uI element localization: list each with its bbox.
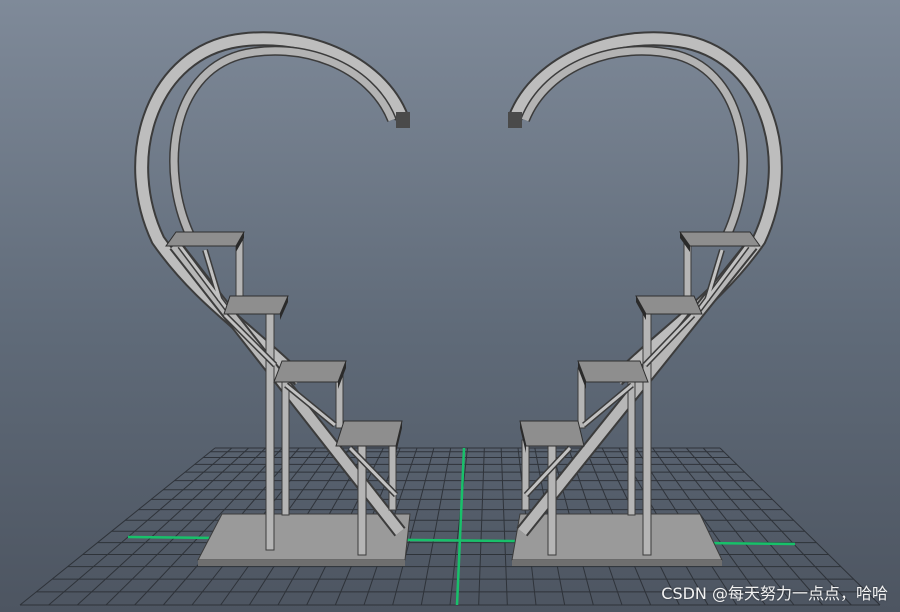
shelf-left-2 bbox=[223, 295, 289, 315]
post-left-f bbox=[388, 439, 397, 511]
scene-canvas[interactable] bbox=[0, 0, 900, 612]
post-right-c bbox=[627, 379, 636, 516]
arc-cap-left bbox=[396, 112, 410, 128]
shelves-right bbox=[519, 231, 761, 453]
3d-viewport[interactable]: CSDN @每天努力一点点，哈哈 bbox=[0, 0, 900, 612]
shelf-left-4 bbox=[335, 420, 403, 447]
arc-cap-right bbox=[508, 112, 522, 128]
shelf-left-1 bbox=[165, 231, 245, 247]
heart-stand-left[interactable] bbox=[134, 31, 411, 566]
grid-line bbox=[48, 447, 233, 606]
grid-line bbox=[478, 447, 485, 606]
shelf-left-3 bbox=[273, 360, 347, 383]
shelf-right-4 bbox=[519, 420, 585, 447]
shelf-right-3 bbox=[577, 360, 649, 383]
grid-line bbox=[420, 447, 452, 606]
shelf-right-1 bbox=[679, 231, 761, 247]
post-left-c bbox=[281, 379, 290, 516]
watermark-text: CSDN @每天努力一点点，哈哈 bbox=[661, 584, 888, 603]
z-axis-line bbox=[455, 447, 466, 606]
shelf-right-2 bbox=[635, 295, 703, 315]
heart-arc-inner-left-face bbox=[170, 47, 396, 237]
base-plate-right-side bbox=[512, 560, 722, 566]
base-plate-left-side bbox=[198, 560, 405, 566]
post-left-b bbox=[265, 299, 275, 551]
heart-arc-inner-right-face bbox=[521, 47, 747, 237]
heart-stand-right[interactable] bbox=[507, 31, 783, 566]
post-right-b bbox=[642, 299, 652, 556]
base-plate-right bbox=[511, 513, 723, 561]
grid-line bbox=[500, 447, 508, 606]
base-plate-left bbox=[197, 513, 411, 561]
post-right-e bbox=[547, 439, 557, 556]
